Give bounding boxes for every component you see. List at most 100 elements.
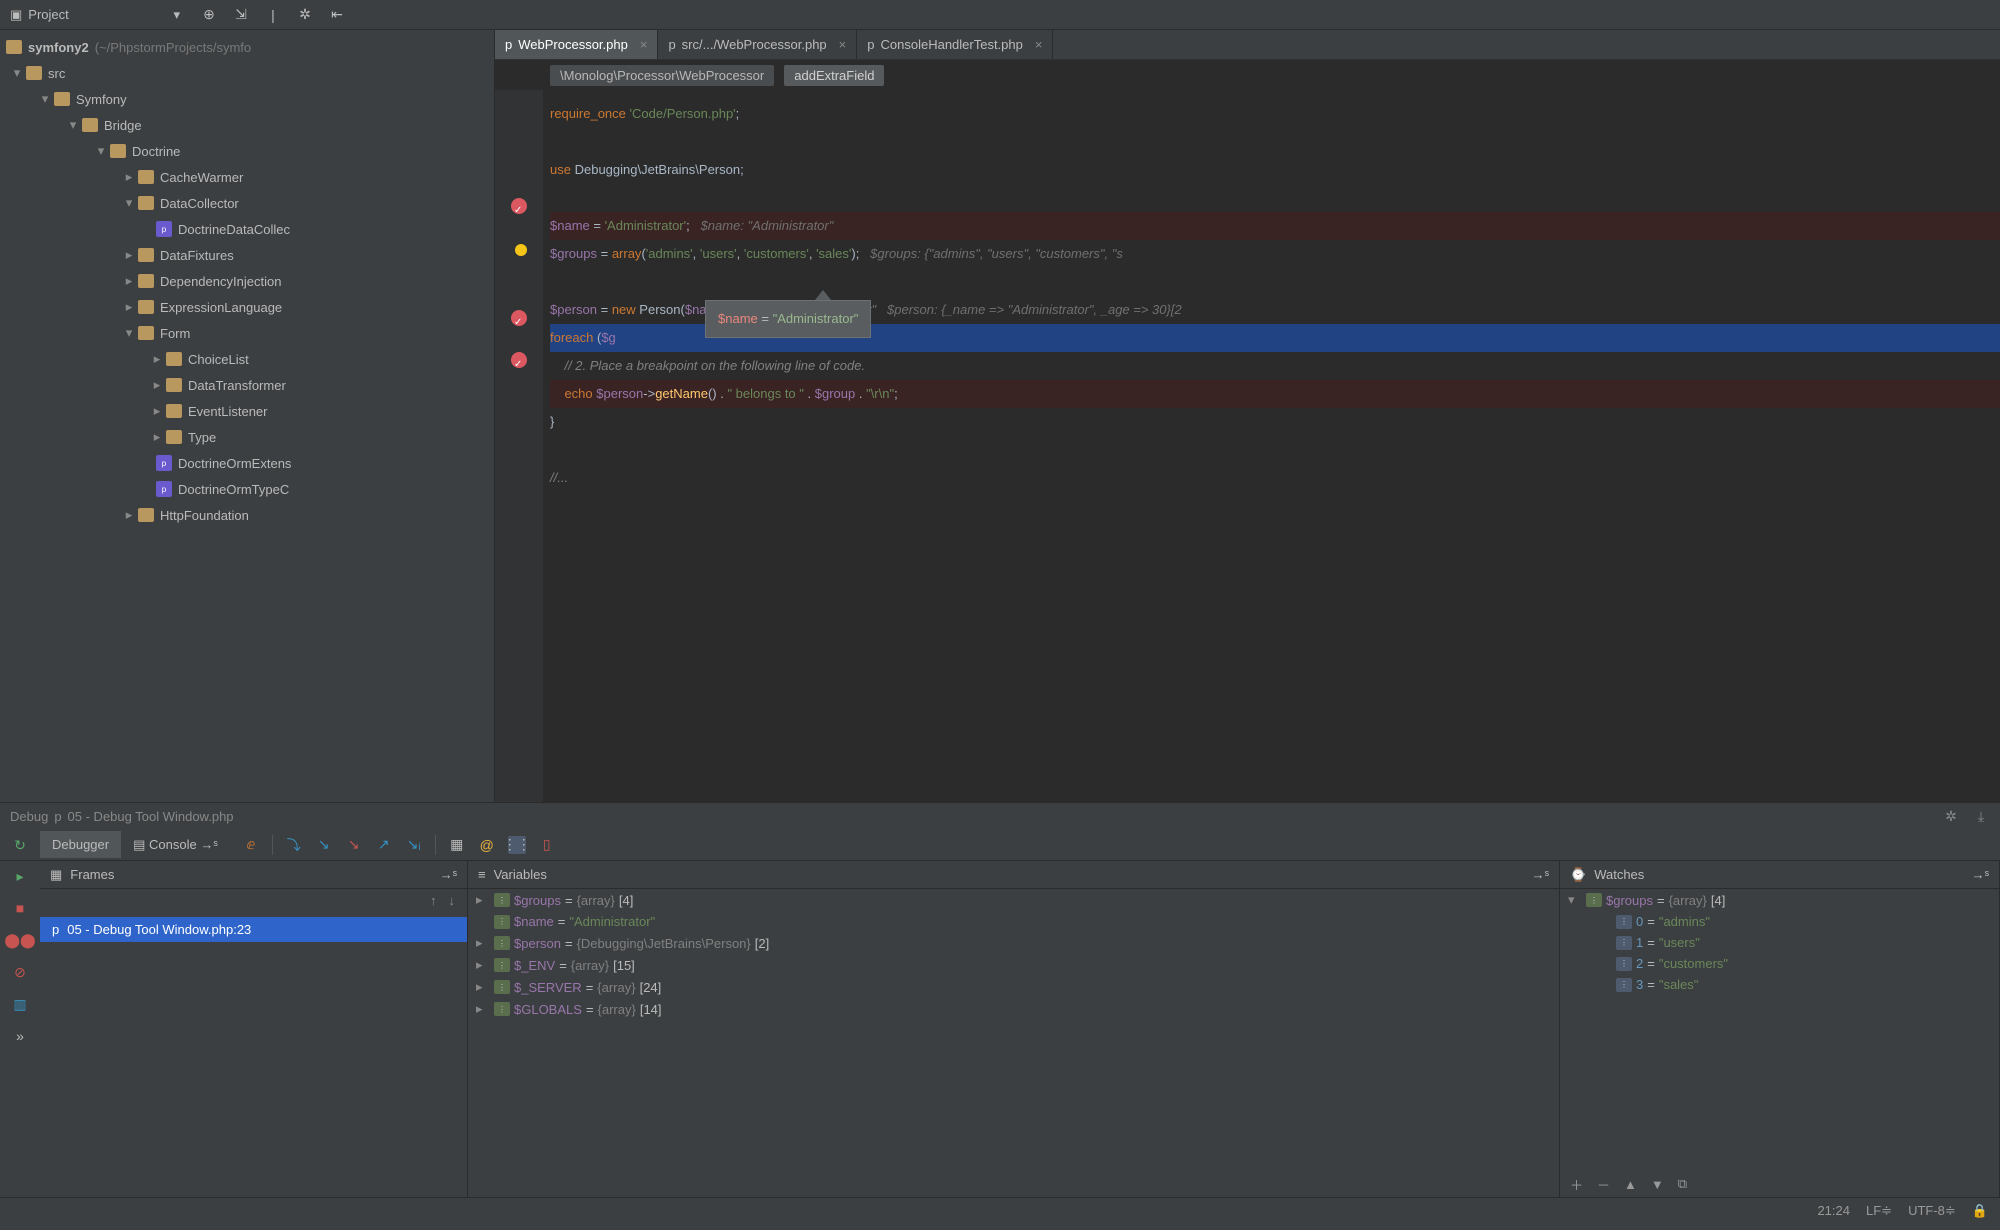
- force-step-into-icon[interactable]: ↘: [345, 836, 363, 854]
- at-icon[interactable]: @: [478, 836, 496, 854]
- copy-icon[interactable]: ⧉: [1678, 1176, 1687, 1192]
- chevron-right-icon[interactable]: ▸: [122, 247, 136, 263]
- status-position[interactable]: 21:24: [1817, 1203, 1850, 1218]
- close-icon[interactable]: ×: [839, 37, 847, 52]
- chevron-down-icon[interactable]: ▾: [94, 143, 108, 159]
- status-encoding[interactable]: UTF-8≑: [1908, 1203, 1956, 1219]
- tree-item-doctrinedatacollec[interactable]: pDoctrineDataCollec: [0, 216, 494, 242]
- chevron-right-icon[interactable]: ▸: [122, 169, 136, 185]
- tree-item-httpfoundation[interactable]: ▸HttpFoundation: [0, 502, 494, 528]
- chevron-right-icon[interactable]: ▸: [122, 299, 136, 315]
- chevron-down-icon[interactable]: ▾: [1568, 892, 1582, 908]
- tab-console[interactable]: ▤ Console →ˢ: [121, 831, 230, 859]
- tree-item-doctrine[interactable]: ▾Doctrine: [0, 138, 494, 164]
- lock-icon[interactable]: 🔒: [1972, 1203, 1988, 1219]
- chevron-down-icon[interactable]: ▾: [122, 195, 136, 211]
- bulb-icon[interactable]: [515, 244, 527, 256]
- watch-child-row[interactable]: ⋮ 1 = "users": [1560, 932, 1999, 953]
- tree-item-eventlistener[interactable]: ▸EventListener: [0, 398, 494, 424]
- breakpoint-icon[interactable]: [511, 198, 527, 214]
- variable-row[interactable]: ▸⋮ $person = {Debugging\JetBrains\Person…: [468, 932, 1559, 954]
- close-icon[interactable]: ×: [640, 37, 648, 52]
- tab-src-webprocessor[interactable]: psrc/.../WebProcessor.php×: [658, 30, 857, 59]
- tab-debugger[interactable]: Debugger: [40, 831, 121, 858]
- step-into-icon[interactable]: ↘: [315, 836, 333, 854]
- breakpoint-icon[interactable]: [511, 352, 527, 368]
- collapse-all-icon[interactable]: ⊕: [200, 6, 218, 24]
- chevron-right-icon[interactable]: ▸: [476, 935, 490, 951]
- watch-child-row[interactable]: ⋮ 0 = "admins": [1560, 911, 1999, 932]
- tree-item-type[interactable]: ▸Type: [0, 424, 494, 450]
- run-to-cursor-icon[interactable]: ↘ᵢ: [405, 836, 423, 854]
- close-icon[interactable]: ×: [1035, 37, 1043, 52]
- chevron-right-icon[interactable]: ▸: [122, 507, 136, 523]
- tree-item-bridge[interactable]: ▾Bridge: [0, 112, 494, 138]
- layout-icon[interactable]: ▥: [11, 995, 29, 1013]
- tree-item-symfony[interactable]: ▾Symfony: [0, 86, 494, 112]
- view-breakpoints-icon[interactable]: ⬤⬤: [11, 931, 29, 949]
- gear-icon[interactable]: ✲: [1942, 807, 1960, 825]
- resume-icon[interactable]: ▸: [11, 867, 29, 885]
- tree-item-datafixtures[interactable]: ▸DataFixtures: [0, 242, 494, 268]
- chevron-right-icon[interactable]: ▸: [150, 429, 164, 445]
- project-tool-label[interactable]: ▣ Project ▾: [0, 7, 190, 23]
- frame-down-icon[interactable]: ↓: [449, 893, 456, 913]
- stop-icon[interactable]: ■: [11, 899, 29, 917]
- chevron-down-icon[interactable]: ▾: [66, 117, 80, 133]
- chevron-down-icon[interactable]: ▾: [173, 7, 180, 23]
- watch-row[interactable]: ▾⋮ $groups = {array} [4]: [1560, 889, 1999, 911]
- mute-icon[interactable]: ⊘: [11, 963, 29, 981]
- chevron-right-icon[interactable]: ▸: [122, 273, 136, 289]
- target-icon[interactable]: ⇲: [232, 6, 250, 24]
- frame-up-icon[interactable]: ↑: [430, 893, 437, 913]
- watch-child-row[interactable]: ⋮ 2 = "customers": [1560, 953, 1999, 974]
- more-icon[interactable]: »: [11, 1027, 29, 1045]
- variable-row[interactable]: ▸⋮ $groups = {array} [4]: [468, 889, 1559, 911]
- chevron-down-icon[interactable]: ▾: [38, 91, 52, 107]
- chevron-right-icon[interactable]: ▸: [476, 892, 490, 908]
- code-editor[interactable]: require_once 'Code/Person.php'; use Debu…: [495, 90, 2000, 802]
- pin-icon[interactable]: →ˢ: [1532, 867, 1549, 882]
- pin-icon[interactable]: →ˢ: [440, 867, 457, 882]
- variable-row[interactable]: ⋮ $name = "Administrator": [468, 911, 1559, 932]
- mute-breakpoints-icon[interactable]: ▯: [538, 836, 556, 854]
- move-down-icon[interactable]: ▼: [1651, 1177, 1664, 1192]
- chevron-down-icon[interactable]: ▾: [10, 65, 24, 81]
- tree-item-datacollector[interactable]: ▾DataCollector: [0, 190, 494, 216]
- breadcrumb-function[interactable]: addExtraField: [784, 65, 884, 86]
- tree-item-choicelist[interactable]: ▸ChoiceList: [0, 346, 494, 372]
- breadcrumb-namespace[interactable]: \Monolog\Processor\WebProcessor: [550, 65, 774, 86]
- tree-item-form[interactable]: ▾Form: [0, 320, 494, 346]
- chevron-down-icon[interactable]: ▾: [122, 325, 136, 341]
- chevron-right-icon[interactable]: ▸: [150, 403, 164, 419]
- variable-row[interactable]: ▸⋮ $_SERVER = {array} [24]: [468, 976, 1559, 998]
- settings-icon[interactable]: ⋮⋮: [508, 836, 526, 854]
- chevron-right-icon[interactable]: ▸: [476, 1001, 490, 1017]
- variable-row[interactable]: ▸⋮ $GLOBALS = {array} [14]: [468, 998, 1559, 1020]
- editor-gutter[interactable]: [495, 90, 543, 802]
- tab-consolehandlertest[interactable]: pConsoleHandlerTest.php×: [857, 30, 1053, 59]
- evaluate-expression-icon[interactable]: ▦: [448, 836, 466, 854]
- hide-icon[interactable]: ⇤: [328, 6, 346, 24]
- tree-item-expressionlanguage[interactable]: ▸ExpressionLanguage: [0, 294, 494, 320]
- variable-row[interactable]: ▸⋮ $_ENV = {array} [15]: [468, 954, 1559, 976]
- move-up-icon[interactable]: ▲: [1624, 1177, 1637, 1192]
- download-icon[interactable]: ⤓: [1972, 807, 1990, 825]
- frame-item[interactable]: p 05 - Debug Tool Window.php:23: [40, 917, 467, 942]
- tree-item-dependencyinjection[interactable]: ▸DependencyInjection: [0, 268, 494, 294]
- tree-item-cachewarmer[interactable]: ▸CacheWarmer: [0, 164, 494, 190]
- rerun-icon[interactable]: ↻: [11, 837, 29, 855]
- gear-icon[interactable]: ✲: [296, 6, 314, 24]
- add-watch-icon[interactable]: ＋: [1570, 1175, 1583, 1194]
- tree-item-src[interactable]: ▾src: [0, 60, 494, 86]
- breakpoint-icon[interactable]: [511, 310, 527, 326]
- chevron-right-icon[interactable]: ▸: [150, 351, 164, 367]
- chevron-right-icon[interactable]: ▸: [476, 957, 490, 973]
- chevron-right-icon[interactable]: ▸: [150, 377, 164, 393]
- chevron-right-icon[interactable]: ▸: [476, 979, 490, 995]
- tab-webprocessor[interactable]: pWebProcessor.php×: [495, 30, 658, 59]
- watch-child-row[interactable]: ⋮ 3 = "sales": [1560, 974, 1999, 995]
- status-line-ending[interactable]: LF≑: [1866, 1203, 1892, 1219]
- tree-root-item[interactable]: symfony2 (~/PhpstormProjects/symfo: [0, 34, 494, 60]
- step-over-icon[interactable]: ⤵: [285, 836, 303, 854]
